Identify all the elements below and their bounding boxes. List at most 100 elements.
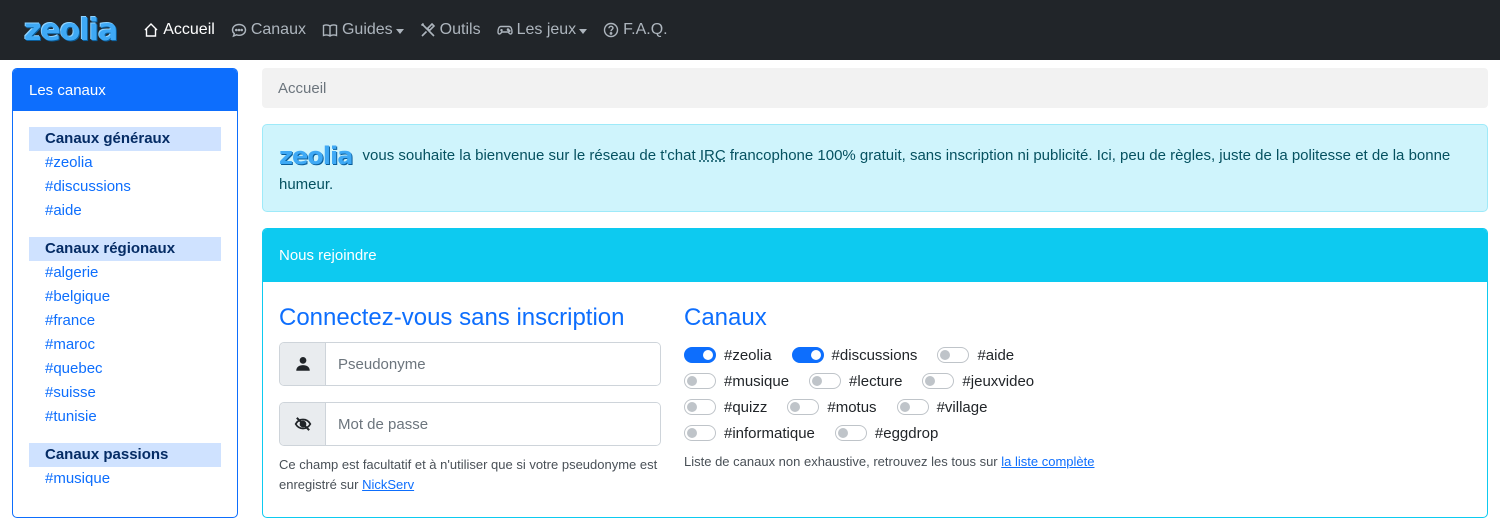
toggle-switch[interactable] xyxy=(684,373,716,389)
full-list-link[interactable]: la liste complète xyxy=(1001,454,1094,469)
channel-switch-row: #informatique #eggdrop xyxy=(684,420,1464,446)
gamepad-icon xyxy=(496,25,513,35)
home-icon xyxy=(144,23,158,37)
toggle-switch[interactable] xyxy=(896,399,929,415)
nav-accueil-label: Accueil xyxy=(163,21,215,38)
chat-icon xyxy=(231,23,247,38)
toggle-switch[interactable] xyxy=(791,347,824,363)
channel-switch-aide[interactable]: #aide xyxy=(937,347,1014,364)
channel-switch-label: #quizz xyxy=(724,398,768,416)
nav-outils[interactable]: Outils xyxy=(420,21,481,39)
toggle-switch[interactable] xyxy=(684,347,716,363)
connect-form: Connectez-vous sans inscription Ce champ… xyxy=(279,303,661,495)
sidebar-channel-link[interactable]: #france xyxy=(29,309,221,333)
channel-group-general: Canaux généraux #zeolia #discussions #ai… xyxy=(29,127,221,223)
password-input-group xyxy=(279,402,661,446)
toggle-switch[interactable] xyxy=(787,399,820,415)
join-card: Nous rejoindre Connectez-vous sans inscr… xyxy=(262,228,1488,518)
nav-canaux[interactable]: Canaux xyxy=(231,21,306,39)
channel-switch-label: #informatique xyxy=(724,424,815,442)
connect-title: Connectez-vous sans inscription xyxy=(279,304,625,331)
toggle-switch[interactable] xyxy=(834,425,867,441)
channel-switch-label: #aide xyxy=(977,346,1015,364)
toggle-switch[interactable] xyxy=(684,425,716,441)
channel-group-title: Canaux passions xyxy=(29,443,221,467)
chevron-down-icon xyxy=(579,28,588,34)
channel-switch-label: #lecture xyxy=(849,372,903,390)
sidebar-channel-link[interactable]: #algerie xyxy=(29,261,221,285)
channel-switch-row: #musique #lecture #jeuxvideo xyxy=(684,368,1464,394)
nav-accueil[interactable]: Accueil xyxy=(143,21,215,39)
toggle-switch[interactable] xyxy=(922,373,955,389)
sidebar-channel-link[interactable]: #tunisie xyxy=(29,405,221,429)
sidebar-channel-link[interactable]: #aide xyxy=(29,199,221,223)
sidebar-channel-link[interactable]: #discussions xyxy=(29,175,221,199)
channel-switch-label: #musique xyxy=(724,372,790,390)
channel-switch-label: #zeolia xyxy=(724,346,772,364)
user-icon xyxy=(280,343,326,385)
brand-logo[interactable]: zeolia xyxy=(24,13,118,48)
channel-group-title: Canaux généraux xyxy=(29,127,221,151)
nav-les-jeux-label: Les jeux xyxy=(516,21,577,38)
channel-group-passions: Canaux passions #musique xyxy=(29,443,221,491)
sidebar-title: Les canaux xyxy=(13,69,237,111)
top-navbar: zeolia Accueil Canaux Guides Outils Les … xyxy=(0,0,1500,60)
sidebar-channel-link[interactable]: #quebec xyxy=(29,357,221,381)
sidebar-channel-link[interactable]: #belgique xyxy=(29,285,221,309)
password-help: Ce champ est facultatif et à n'utiliser … xyxy=(279,455,661,495)
channel-switch-label: #motus xyxy=(827,398,877,416)
nav-guides[interactable]: Guides xyxy=(322,21,404,39)
channel-switch-label: #discussions xyxy=(831,346,918,364)
channel-selector: Canaux #zeolia #discussions #aide #musiq… xyxy=(684,303,1464,469)
channel-switch-zeolia[interactable]: #zeolia xyxy=(684,347,772,364)
channel-switch-row: #quizz #motus #village xyxy=(684,394,1464,420)
irc-abbr: IRC xyxy=(699,147,726,164)
welcome-alert: zeolia vous souhaite la bienvenue sur le… xyxy=(262,124,1488,212)
password-input[interactable] xyxy=(326,403,660,445)
toggle-switch[interactable] xyxy=(809,373,842,389)
book-icon xyxy=(322,24,338,37)
sidebar-channel-link[interactable]: #maroc xyxy=(29,333,221,357)
question-icon xyxy=(603,22,619,38)
channels-title: Canaux xyxy=(684,304,767,331)
pseudo-input[interactable] xyxy=(326,343,660,385)
nav-canaux-label: Canaux xyxy=(250,21,306,38)
channel-switch-label: #village xyxy=(936,398,988,416)
password-help-text: Ce champ est facultatif et à n'utiliser … xyxy=(279,457,658,492)
channel-switch-discussions[interactable]: #discussions xyxy=(791,346,918,364)
nav-les-jeux[interactable]: Les jeux xyxy=(496,21,588,39)
channel-switch-label: #jeuxvideo xyxy=(962,372,1035,390)
breadcrumb: Accueil xyxy=(262,68,1488,108)
channel-group-regional: Canaux régionaux #algerie #belgique #fra… xyxy=(29,237,221,429)
channel-switch-row: #zeolia #discussions #aide xyxy=(684,342,1464,368)
eye-slash-icon[interactable] xyxy=(280,403,326,445)
chevron-down-icon xyxy=(395,28,404,34)
channels-sidebar: Les canaux Canaux généraux #zeolia #disc… xyxy=(12,68,238,518)
sidebar-channel-link[interactable]: #zeolia xyxy=(29,151,221,175)
toggle-switch[interactable] xyxy=(684,399,716,415)
sidebar-channel-link[interactable]: #musique xyxy=(29,467,221,491)
channel-switch-quizz[interactable]: #quizz xyxy=(684,399,767,416)
toggle-switch[interactable] xyxy=(937,347,970,363)
channel-switch-label: #eggdrop xyxy=(874,424,939,442)
breadcrumb-item: Accueil xyxy=(278,79,327,97)
join-card-header: Nous rejoindre xyxy=(263,229,1487,282)
nickserv-link[interactable]: NickServ xyxy=(362,477,414,492)
channels-help-text: Liste de canaux non exhaustive, retrouve… xyxy=(684,454,1002,469)
sidebar-channel-link[interactable]: #suisse xyxy=(29,381,221,405)
channel-switch-jeuxvideo[interactable]: #jeuxvideo xyxy=(922,373,1034,390)
channel-switch-informatique[interactable]: #informatique xyxy=(684,425,815,442)
channel-switch-lecture[interactable]: #lecture xyxy=(809,373,902,390)
channel-switch-village[interactable]: #village xyxy=(896,398,988,416)
channel-switch-motus[interactable]: #motus xyxy=(787,398,877,416)
welcome-logo: zeolia xyxy=(279,142,353,171)
pseudo-input-group xyxy=(279,342,661,386)
nav-faq[interactable]: F.A.Q. xyxy=(603,21,668,39)
channel-switch-eggdrop[interactable]: #eggdrop xyxy=(834,424,939,442)
nav-outils-label: Outils xyxy=(439,21,481,38)
channel-switch-musique[interactable]: #musique xyxy=(684,373,789,390)
tools-icon xyxy=(420,22,435,37)
nav-guides-label: Guides xyxy=(341,21,393,38)
channels-help: Liste de canaux non exhaustive, retrouve… xyxy=(684,454,1464,469)
channel-group-title: Canaux régionaux xyxy=(29,237,221,261)
